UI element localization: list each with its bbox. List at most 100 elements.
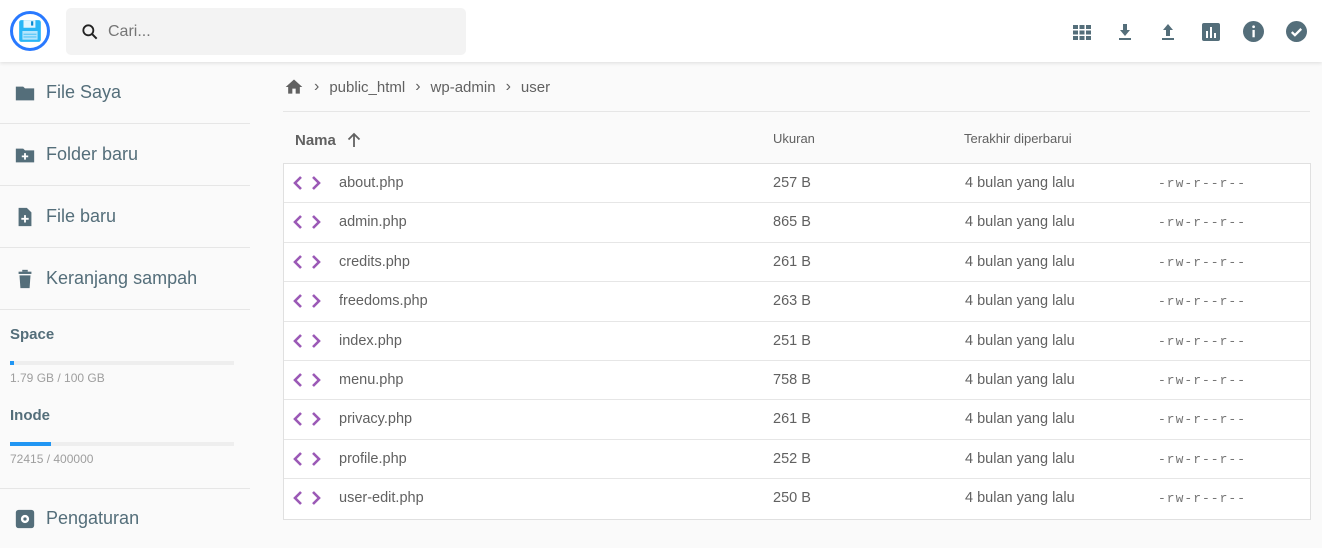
file-permissions: -rw-r--r-- — [1158, 294, 1247, 310]
search-input[interactable] — [108, 22, 428, 41]
column-size-header[interactable]: Ukuran — [773, 131, 815, 146]
file-name: freedoms.php — [339, 293, 428, 310]
table-row[interactable]: freedoms.php 263 B 4 bulan yang lalu -rw… — [284, 282, 1310, 322]
code-file-icon — [293, 412, 321, 427]
space-quota: Space 1.79 GB / 100 GB Inode 72415 / 400… — [0, 310, 250, 466]
file-modified: 4 bulan yang lalu — [965, 371, 1075, 388]
file-list: about.php 257 B 4 bulan yang lalu -rw-r-… — [283, 163, 1311, 520]
file-modified: 4 bulan yang lalu — [965, 175, 1075, 191]
grid-view-icon[interactable] — [1070, 20, 1093, 43]
column-name-header[interactable]: Nama — [295, 129, 362, 149]
app-logo[interactable] — [10, 11, 50, 51]
breadcrumb: › public_html › wp-admin › user — [284, 74, 550, 100]
file-size: 261 B — [773, 411, 811, 428]
file-permissions: -rw-r--r-- — [1158, 176, 1247, 191]
sidebar-item-new-file[interactable]: File baru — [0, 186, 250, 248]
file-size: 252 B — [773, 450, 811, 467]
chevron-right-icon: › — [505, 78, 511, 95]
search-icon — [82, 23, 98, 39]
chevron-right-icon: › — [314, 78, 320, 95]
floppy-disk-icon — [19, 20, 41, 42]
table-row[interactable]: menu.php 758 B 4 bulan yang lalu -rw-r--… — [284, 361, 1310, 401]
file-name: index.php — [339, 332, 402, 349]
file-modified: 4 bulan yang lalu — [965, 490, 1075, 507]
file-name: menu.php — [339, 371, 404, 388]
chart-icon[interactable] — [1199, 20, 1222, 43]
sidebar-item-label: Keranjang sampah — [46, 268, 198, 288]
download-icon[interactable] — [1113, 20, 1136, 43]
sidebar-item-new-folder[interactable]: Folder baru — [0, 124, 250, 186]
breadcrumb-item[interactable]: wp-admin — [431, 79, 496, 96]
breadcrumb-item[interactable]: user — [521, 79, 550, 96]
code-file-icon — [293, 373, 321, 387]
table-row[interactable]: credits.php 261 B 4 bulan yang lalu -rw-… — [284, 243, 1310, 283]
file-size: 257 B — [773, 175, 811, 191]
code-file-icon — [293, 294, 321, 309]
file-name: credits.php — [339, 253, 410, 270]
code-file-icon — [293, 176, 321, 190]
table-row[interactable]: about.php 257 B 4 bulan yang lalu -rw-r-… — [284, 164, 1310, 204]
search-box[interactable] — [66, 8, 466, 55]
file-permissions: -rw-r--r-- — [1158, 333, 1247, 349]
column-label: Nama — [295, 132, 336, 149]
sidebar-item-label: File baru — [46, 206, 117, 226]
sidebar-item-label: Folder baru — [46, 144, 139, 164]
code-file-icon — [293, 333, 321, 348]
info-icon[interactable] — [1242, 20, 1265, 43]
sidebar-item-my-files[interactable]: File Saya — [0, 62, 250, 124]
sidebar-item-label: Pengaturan — [46, 508, 140, 528]
chevron-right-icon: › — [415, 78, 421, 95]
table-header: Nama Ukuran Terakhir diperbarui — [283, 112, 1310, 163]
file-size: 261 B — [773, 253, 811, 270]
code-file-icon — [293, 491, 321, 506]
file-modified: 4 bulan yang lalu — [965, 411, 1075, 428]
column-modified-header[interactable]: Terakhir diperbarui — [964, 131, 1072, 146]
code-file-icon — [293, 254, 321, 269]
inode-progress-fill — [10, 442, 51, 446]
sidebar-item-trash[interactable]: Keranjang sampah — [0, 248, 250, 310]
file-modified: 4 bulan yang lalu — [965, 293, 1075, 310]
file-modified: 4 bulan yang lalu — [965, 253, 1075, 270]
file-permissions: -rw-r--r-- — [1158, 215, 1247, 231]
file-name: profile.php — [339, 450, 407, 467]
table-row[interactable]: user-edit.php 250 B 4 bulan yang lalu -r… — [284, 479, 1310, 518]
breadcrumb-item[interactable]: public_html — [329, 79, 405, 96]
code-file-icon — [293, 451, 321, 466]
file-size: 251 B — [773, 332, 811, 349]
space-progress — [10, 361, 234, 365]
sort-ascending-icon — [347, 132, 361, 147]
file-name: privacy.php — [339, 411, 413, 428]
settings-icon — [15, 509, 35, 528]
file-name: about.php — [339, 175, 404, 191]
file-name: admin.php — [339, 214, 407, 231]
folder-icon — [15, 86, 35, 100]
table-row[interactable]: admin.php 865 B 4 bulan yang lalu -rw-r-… — [284, 203, 1310, 243]
inode-title: Inode — [10, 407, 50, 424]
inode-progress — [10, 442, 234, 446]
table-row[interactable]: profile.php 252 B 4 bulan yang lalu -rw-… — [284, 440, 1310, 480]
file-permissions: -rw-r--r-- — [1158, 412, 1247, 428]
trash-icon — [18, 269, 32, 288]
code-file-icon — [293, 215, 321, 230]
file-permissions: -rw-r--r-- — [1158, 254, 1247, 270]
top-bar — [0, 0, 1322, 62]
check-circle-icon[interactable] — [1285, 20, 1308, 43]
sidebar-item-label: File Saya — [46, 82, 122, 102]
sidebar: File Saya Folder baru File baru Keranjan… — [0, 62, 250, 548]
file-permissions: -rw-r--r-- — [1158, 372, 1247, 388]
file-plus-icon — [18, 207, 32, 226]
table-row[interactable]: index.php 251 B 4 bulan yang lalu -rw-r-… — [284, 322, 1310, 361]
space-progress-fill — [10, 361, 14, 365]
file-permissions: -rw-r--r-- — [1158, 491, 1247, 507]
file-name: user-edit.php — [339, 490, 424, 507]
file-permissions: -rw-r--r-- — [1158, 451, 1247, 467]
file-size: 865 B — [773, 214, 811, 231]
file-modified: 4 bulan yang lalu — [965, 214, 1075, 231]
table-row[interactable]: privacy.php 261 B 4 bulan yang lalu -rw-… — [284, 400, 1310, 440]
home-icon[interactable] — [284, 77, 304, 97]
space-title: Space — [10, 326, 55, 343]
file-modified: 4 bulan yang lalu — [965, 332, 1075, 349]
sidebar-item-settings[interactable]: Pengaturan — [0, 488, 250, 548]
inode-usage-text: 72415 / 400000 — [10, 452, 94, 466]
upload-icon[interactable] — [1156, 20, 1179, 43]
